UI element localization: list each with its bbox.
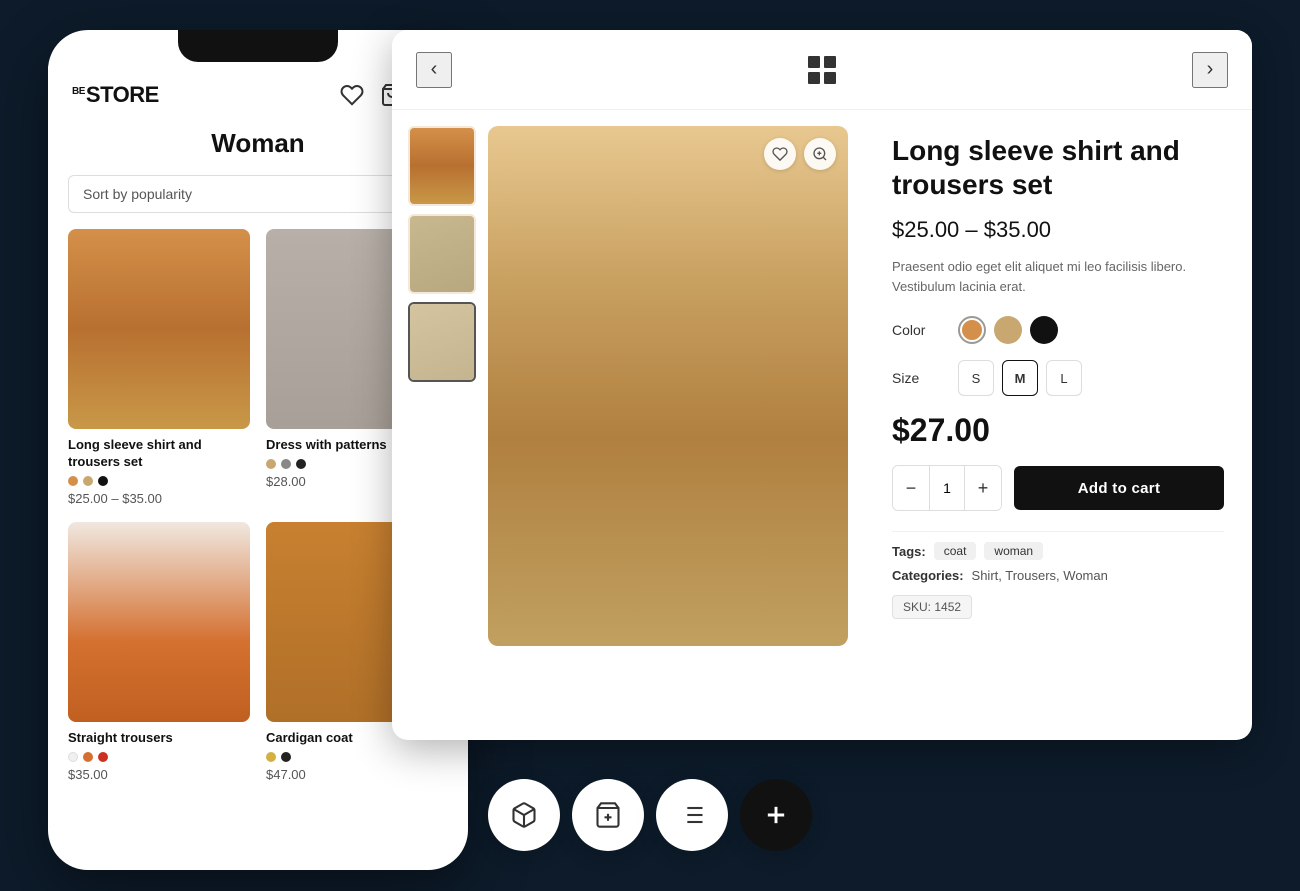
bottom-bar [488,779,812,851]
thumbnail-list [408,126,476,724]
product-price-3: $35.00 [68,767,250,782]
plus-icon [762,801,790,829]
list-button[interactable] [656,779,728,851]
product-card-1[interactable]: Long sleeve shirt and trousers set $25.0… [68,229,250,506]
color-option-orange[interactable] [958,316,986,344]
sku-value: 1452 [934,600,961,614]
image-section [392,110,864,740]
product-price-1: $25.00 – $35.00 [68,491,250,506]
zoom-image-button[interactable] [804,138,836,170]
cube-button[interactable] [488,779,560,851]
color-dot [296,459,306,469]
sku-badge: SKU: 1452 [892,595,972,619]
color-dot [68,752,78,762]
add-to-cart-button[interactable]: Add to cart [1014,466,1224,510]
panel-body: Long sleeve shirt and trousers set $25.0… [392,110,1252,740]
tags-row: Tags: coat woman [892,542,1224,560]
product-colors-3 [68,752,250,762]
thumbnail-1[interactable] [408,126,476,206]
detail-product-name: Long sleeve shirt and trousers set [892,134,1224,201]
app-logo: BESTORE [72,82,159,108]
size-options: S M L [958,360,1082,396]
wishlist-image-button[interactable] [764,138,796,170]
color-dot [83,752,93,762]
product-name-3: Straight trousers [68,730,250,747]
thumbnail-3[interactable] [408,302,476,382]
color-option-black[interactable] [1030,316,1058,344]
bag-plus-button[interactable] [572,779,644,851]
color-dot [266,752,276,762]
wishlist-icon[interactable] [340,83,364,107]
size-label: Size [892,370,942,386]
tag-woman[interactable]: woman [984,542,1043,560]
quantity-value: 1 [929,466,965,510]
quantity-control: − 1 + [892,465,1002,511]
size-m[interactable]: M [1002,360,1038,396]
tag-coat[interactable]: coat [934,542,977,560]
thumbnail-2[interactable] [408,214,476,294]
image-actions [764,138,836,170]
product-image-1 [68,229,250,429]
color-options [958,316,1058,344]
sku-row: SKU: 1452 [892,591,1224,619]
color-dot [68,476,78,486]
color-dot [98,476,108,486]
size-l[interactable]: L [1046,360,1082,396]
detail-description: Praesent odio eget elit aliquet mi leo f… [892,257,1224,296]
logo-prefix: BE [72,86,85,97]
qty-decrease-button[interactable]: − [893,466,929,510]
product-colors-4 [266,752,448,762]
add-to-cart-row: − 1 + Add to cart [892,465,1224,511]
current-price: $27.00 [892,412,1224,449]
product-price-4: $47.00 [266,767,448,782]
color-option-tan[interactable] [994,316,1022,344]
phone-notch [178,30,338,62]
categories-label: Categories: [892,568,964,583]
color-dot [98,752,108,762]
color-dot [83,476,93,486]
sku-label: SKU: [903,600,931,614]
sort-bar[interactable]: Sort by popularity [68,175,448,213]
list-icon [678,801,706,829]
next-button[interactable]: › [1192,52,1228,88]
grid-view-icon[interactable] [808,56,836,84]
color-dot [266,459,276,469]
categories-row: Categories: Shirt, Trousers, Woman [892,568,1224,583]
qty-increase-button[interactable]: + [965,466,1001,510]
color-option-row: Color [892,316,1224,344]
product-name-1: Long sleeve shirt and trousers set [68,437,250,471]
tags-label: Tags: [892,544,926,559]
detail-price-range: $25.00 – $35.00 [892,217,1224,243]
panel-nav: ‹ › [392,30,1252,110]
sort-label: Sort by popularity [83,186,192,202]
cube-icon [510,801,538,829]
color-label: Color [892,322,942,338]
product-image-3 [68,522,250,722]
detail-panel: ‹ › [392,30,1252,740]
size-option-row: Size S M L [892,360,1224,396]
size-s[interactable]: S [958,360,994,396]
main-product-image [488,126,848,646]
add-button[interactable] [740,779,812,851]
prev-button[interactable]: ‹ [416,52,452,88]
color-dot [281,752,291,762]
color-dot [281,459,291,469]
product-colors-1 [68,476,250,486]
zoom-icon [812,146,828,162]
product-info: Long sleeve shirt and trousers set $25.0… [864,110,1252,740]
product-card-3[interactable]: Straight trousers $35.00 [68,522,250,782]
categories-value: Shirt, Trousers, Woman [972,568,1108,583]
heart-icon [772,146,788,162]
bag-plus-icon [594,801,622,829]
